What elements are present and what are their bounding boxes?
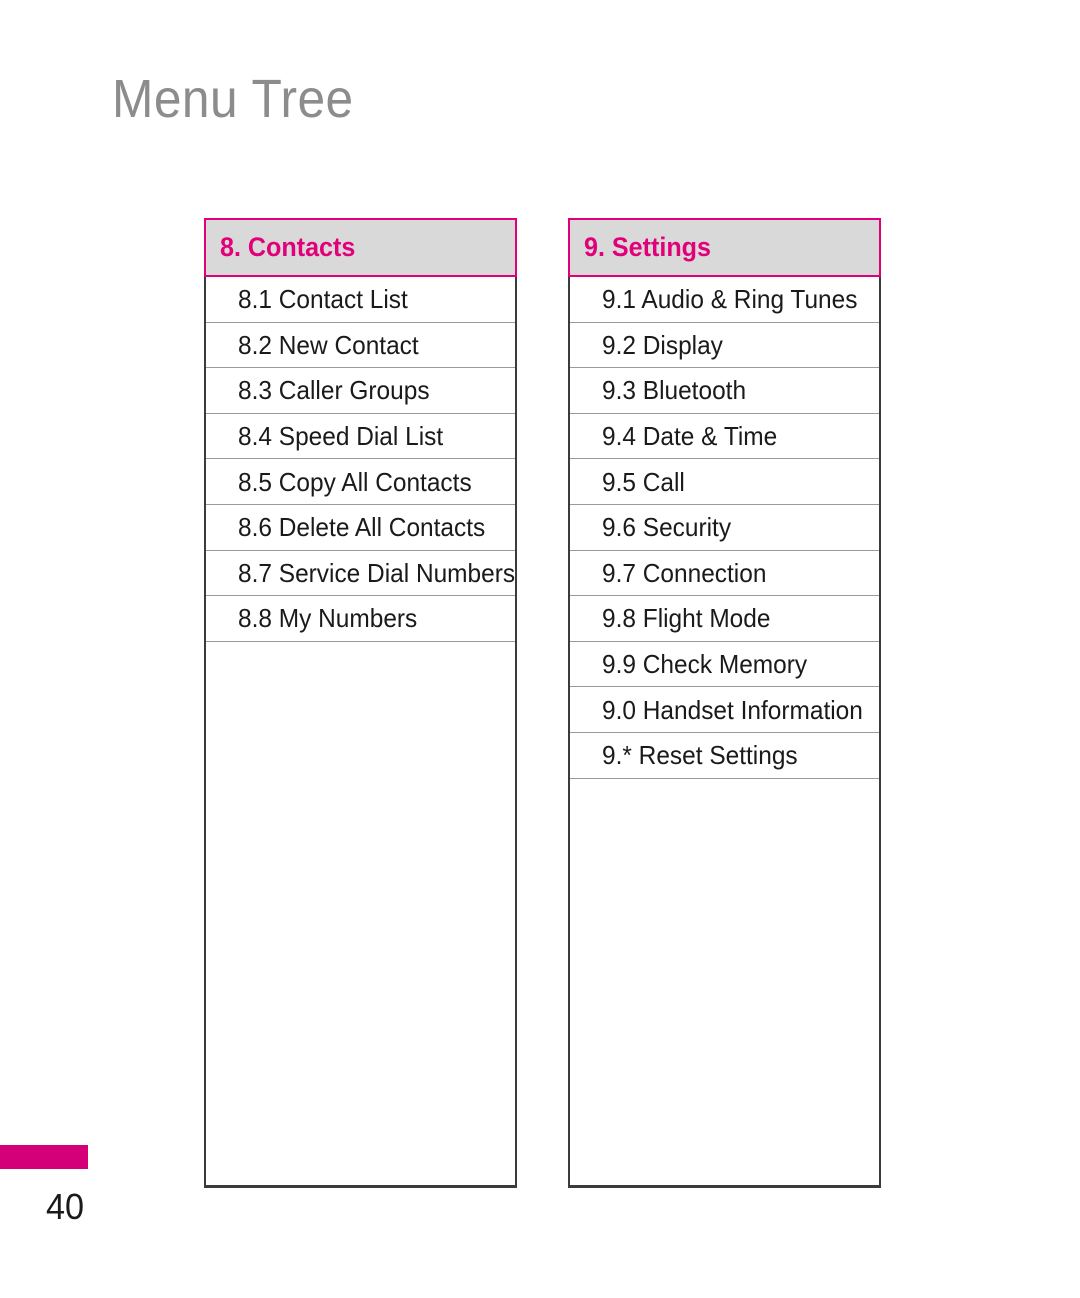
menu-table-contacts: 8. Contacts 8.1 Contact List 8.2 New Con… xyxy=(204,218,517,1188)
menu-row[interactable]: 8.3 Caller Groups xyxy=(206,368,515,414)
menu-row[interactable]: 8.4 Speed Dial List xyxy=(206,414,515,460)
menu-row-label: 9.8 Flight Mode xyxy=(602,603,771,634)
menu-row[interactable]: 8.1 Contact List xyxy=(206,277,515,323)
menu-row-label: 8.2 New Contact xyxy=(238,329,419,360)
menu-row[interactable]: 8.7 Service Dial Numbers xyxy=(206,551,515,597)
menu-row[interactable]: 9.1 Audio & Ring Tunes xyxy=(570,277,879,323)
menu-table-settings: 9. Settings 9.1 Audio & Ring Tunes 9.2 D… xyxy=(568,218,881,1188)
page-title: Menu Tree xyxy=(112,69,354,129)
menu-row[interactable]: 8.5 Copy All Contacts xyxy=(206,459,515,505)
menu-row-label: 9.4 Date & Time xyxy=(602,421,778,452)
menu-table-header-settings: 9. Settings xyxy=(568,218,881,277)
menu-table-empty-space xyxy=(570,779,879,1185)
menu-row[interactable]: 9.2 Display xyxy=(570,323,879,369)
menu-row-label: 8.4 Speed Dial List xyxy=(238,421,444,452)
menu-row-label: 9.5 Call xyxy=(602,466,685,497)
menu-row-list-settings: 9.1 Audio & Ring Tunes 9.2 Display 9.3 B… xyxy=(570,277,879,1185)
menu-row[interactable]: 9.* Reset Settings xyxy=(570,733,879,779)
menu-row[interactable]: 8.2 New Contact xyxy=(206,323,515,369)
menu-row-label: 9.3 Bluetooth xyxy=(602,375,747,406)
menu-row-label: 9.6 Security xyxy=(602,512,732,543)
menu-row-label: 8.7 Service Dial Numbers xyxy=(238,557,515,588)
menu-table-header-contacts: 8. Contacts xyxy=(204,218,517,277)
menu-row[interactable]: 9.9 Check Memory xyxy=(570,642,879,688)
menu-row[interactable]: 9.8 Flight Mode xyxy=(570,596,879,642)
menu-row[interactable]: 8.6 Delete All Contacts xyxy=(206,505,515,551)
menu-row-list-contacts: 8.1 Contact List 8.2 New Contact 8.3 Cal… xyxy=(206,277,515,1185)
menu-row-label: 8.1 Contact List xyxy=(238,284,408,315)
menu-table-empty-space xyxy=(206,642,515,1185)
menu-row-label: 9.1 Audio & Ring Tunes xyxy=(602,284,858,315)
page-number: 40 xyxy=(46,1186,85,1227)
footer-accent-bar xyxy=(0,1145,88,1169)
menu-table-header-label: 9. Settings xyxy=(584,232,711,262)
menu-row[interactable]: 9.0 Handset Information xyxy=(570,687,879,733)
menu-row-label: 8.6 Delete All Contacts xyxy=(238,512,486,543)
menu-row[interactable]: 9.5 Call xyxy=(570,459,879,505)
menu-row-label: 9.* Reset Settings xyxy=(602,740,798,771)
menu-tree-tables: 8. Contacts 8.1 Contact List 8.2 New Con… xyxy=(204,218,881,1188)
menu-row[interactable]: 9.7 Connection xyxy=(570,551,879,597)
menu-row[interactable]: 9.6 Security xyxy=(570,505,879,551)
menu-row-label: 9.9 Check Memory xyxy=(602,649,808,680)
menu-row-label: 8.8 My Numbers xyxy=(238,603,418,634)
menu-row-label: 8.3 Caller Groups xyxy=(238,375,430,406)
menu-row[interactable]: 9.3 Bluetooth xyxy=(570,368,879,414)
menu-row-label: 9.0 Handset Information xyxy=(602,694,863,725)
menu-table-header-label: 8. Contacts xyxy=(220,232,356,262)
menu-row[interactable]: 9.4 Date & Time xyxy=(570,414,879,460)
menu-row-label: 8.5 Copy All Contacts xyxy=(238,466,472,497)
menu-row-label: 9.2 Display xyxy=(602,329,723,360)
menu-row-label: 9.7 Connection xyxy=(602,557,767,588)
menu-row[interactable]: 8.8 My Numbers xyxy=(206,596,515,642)
